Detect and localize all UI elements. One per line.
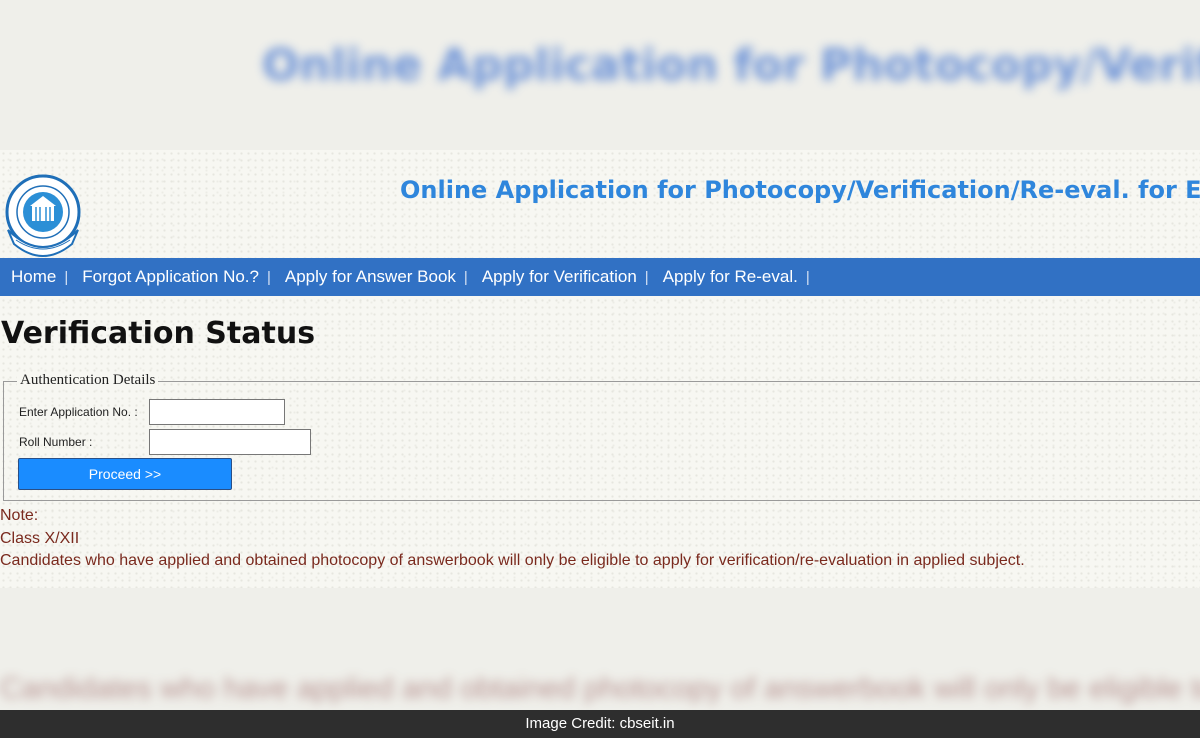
nav-item-home: Home | [11, 267, 82, 287]
cbse-logo-icon [2, 172, 84, 258]
note-class-line: Class X/XII [0, 529, 80, 547]
main-navbar: Home | Forgot Application No.? | Apply f… [0, 258, 1200, 296]
proceed-button[interactable]: Proceed >> [18, 458, 232, 490]
nav-item-re-eval: Apply for Re-eval. | [663, 267, 824, 287]
note-section: Note: Class X/XII Candidates who have ap… [0, 505, 1025, 573]
authentication-legend: Authentication Details [17, 372, 159, 389]
nav-link-answer-book[interactable]: Apply for Answer Book [285, 267, 456, 287]
nav-item-answer-book: Apply for Answer Book | [285, 267, 482, 287]
blurred-header-title: Online Application for Photocopy/Verific… [262, 40, 1200, 91]
application-no-input[interactable] [149, 399, 285, 425]
nav-item-forgot-application: Forgot Application No.? | [82, 267, 285, 287]
note-text: Candidates who have applied and obtained… [0, 552, 1025, 569]
nav-separator: | [266, 268, 271, 286]
header-title: Online Application for Photocopy/Verific… [400, 176, 1200, 204]
blurred-background-top: Online Application for Photocopy/Verific… [0, 0, 1200, 150]
note-heading: Note: [0, 507, 39, 524]
page-title: Verification Status [1, 316, 316, 351]
nav-item-verification: Apply for Verification | [482, 267, 663, 287]
nav-link-re-eval[interactable]: Apply for Re-eval. [663, 267, 798, 287]
roll-number-label: Roll Number : [19, 435, 93, 449]
authentication-fieldset: Authentication Details Enter Application… [3, 372, 1200, 501]
blurred-note-text: Candidates who have applied and obtained… [0, 672, 1200, 705]
nav-link-home[interactable]: Home [11, 267, 56, 287]
application-no-label: Enter Application No. : [19, 405, 138, 419]
nav-link-verification[interactable]: Apply for Verification [482, 267, 637, 287]
blurred-background-bottom: Candidates who have applied and obtained… [0, 588, 1200, 710]
nav-separator: | [463, 268, 468, 286]
image-credit-bar: Image Credit: cbseit.in [0, 710, 1200, 738]
image-credit-text: Image Credit: cbseit.in [525, 715, 675, 732]
nav-separator: | [64, 268, 69, 286]
nav-link-forgot-application[interactable]: Forgot Application No.? [82, 267, 259, 287]
roll-number-input[interactable] [149, 429, 311, 455]
screenshot-panel: Online Application for Photocopy/Verific… [0, 150, 1200, 588]
nav-separator: | [644, 268, 649, 286]
nav-separator: | [805, 268, 810, 286]
